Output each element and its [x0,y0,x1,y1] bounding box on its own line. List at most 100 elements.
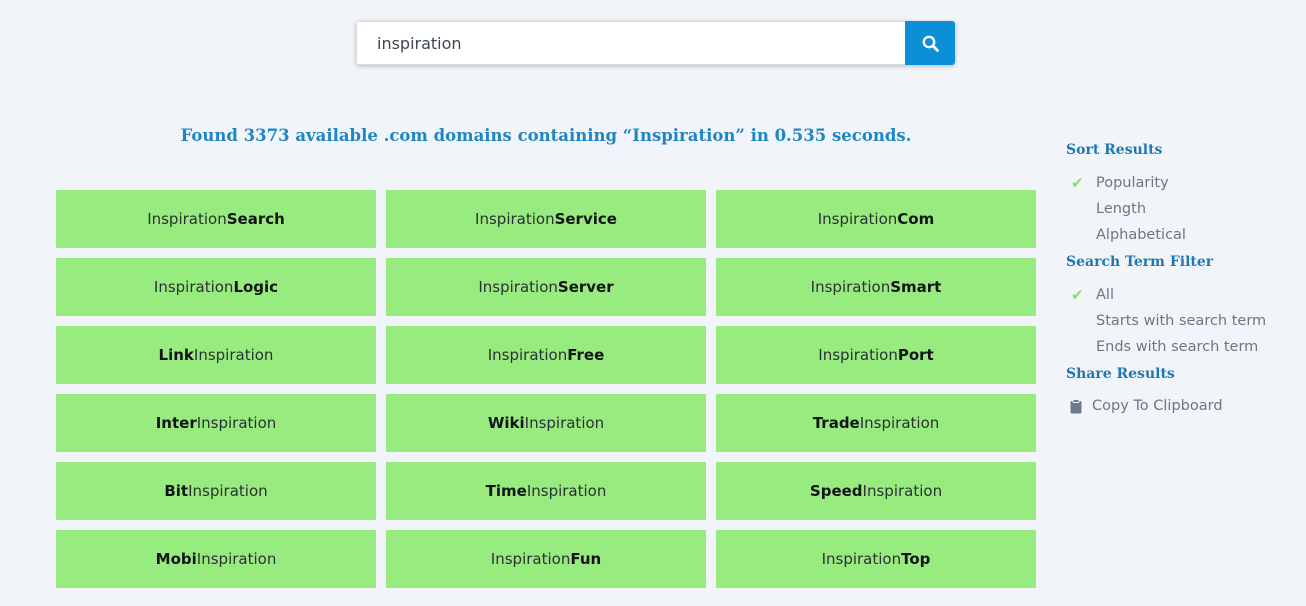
sort-option-label: Popularity [1096,175,1169,191]
domain-keyword: Time [485,482,527,500]
sort-option[interactable]: ✔ Popularity [1066,170,1296,196]
share-heading: Share Results [1066,366,1175,382]
filter-group: Search Term Filter ✔ All Starts with searc… [1066,254,1296,360]
search-input[interactable] [356,21,905,65]
domain-result[interactable]: InspirationSearch [56,190,376,248]
domain-part: Inspiration [188,482,268,500]
domain-result[interactable]: InspirationFree [386,326,706,384]
domain-part: Inspiration [193,346,274,364]
filter-option[interactable]: ✔ All [1066,282,1296,308]
domain-part: Inspiration [818,346,898,364]
domain-part: Inspiration [526,482,607,500]
filter-option-label: Ends with search term [1096,339,1259,355]
search-bar [356,21,955,65]
domain-result[interactable]: InspirationPort [716,326,1036,384]
sidebar: Sort Results ✔ Popularity Length Alphabetic… [1066,142,1296,420]
domain-result[interactable]: LinkInspiration [56,326,376,384]
domain-result[interactable]: InspirationLogic [56,258,376,316]
domain-result[interactable]: InspirationServer [386,258,706,316]
domain-part: Inspiration [147,210,227,228]
results-grid: InspirationSearch InspirationService Inspi… [56,190,1036,588]
domain-part: Inspiration [475,210,555,228]
domain-result[interactable]: InspirationSmart [716,258,1036,316]
results-summary: Found 3373 available .com domains contai… [180,126,912,145]
sort-heading: Sort Results [1066,142,1163,158]
domain-result[interactable]: TimeInspiration [386,462,706,520]
domain-name: InspirationServer [478,278,613,296]
filter-option-label: Starts with search term [1096,313,1267,329]
domain-name: InspirationFun [491,550,601,568]
domain-name: InspirationCom [818,210,934,228]
sort-option[interactable]: Length [1066,196,1296,222]
domain-name: InspirationService [475,210,617,228]
domain-keyword: Server [557,278,614,296]
copy-to-clipboard-button[interactable]: Copy To Clipboard [1066,398,1296,414]
domain-name: SpeedInspiration [810,482,942,500]
domain-name: BitInspiration [164,482,267,500]
filter-option[interactable]: Ends with search term [1066,334,1296,360]
domain-result[interactable]: InspirationTop [716,530,1036,588]
domain-keyword: Link [158,346,194,364]
domain-name: InterInspiration [156,414,277,432]
sort-option-label: Length [1096,201,1147,217]
domain-part: Inspiration [810,278,891,296]
domain-result[interactable]: SpeedInspiration [716,462,1036,520]
domain-keyword: Speed [809,482,863,500]
domain-name: InspirationSmart [811,278,942,296]
domain-keyword: Logic [233,278,279,296]
domain-part: Inspiration [862,482,943,500]
domain-keyword: Com [897,210,935,228]
copy-to-clipboard-label: Copy To Clipboard [1092,398,1223,414]
domain-result[interactable]: InspirationFun [386,530,706,588]
domain-name: InspirationLogic [154,278,278,296]
domain-part: Inspiration [490,550,571,568]
share-group: Share Results Copy To Clipboard [1066,366,1296,414]
domain-name: TradeInspiration [813,414,940,432]
domain-name: InspirationFree [488,346,605,364]
domain-name: WikiInspiration [488,414,604,432]
domain-keyword: Mobi [155,550,197,568]
domain-keyword: Service [554,210,617,228]
domain-name: InspirationTop [822,550,931,568]
domain-keyword: Free [567,346,605,364]
domain-keyword: Search [226,210,285,228]
domain-keyword: Bit [164,482,189,500]
search-button[interactable] [905,21,955,65]
domain-result[interactable]: BitInspiration [56,462,376,520]
domain-keyword: Inter [155,414,197,432]
domain-keyword: Smart [890,278,942,296]
domain-part: Inspiration [817,210,898,228]
domain-name: InspirationSearch [147,210,285,228]
domain-part: Inspiration [196,550,277,568]
domain-part: Inspiration [487,346,568,364]
domain-keyword: Trade [812,414,860,432]
domain-part: Inspiration [524,414,605,432]
domain-keyword: Fun [570,550,602,568]
domain-result[interactable]: WikiInspiration [386,394,706,452]
domain-result[interactable]: InterInspiration [56,394,376,452]
search-icon [922,35,939,52]
domain-keyword: Top [901,550,931,568]
filter-option[interactable]: Starts with search term [1066,308,1296,334]
check-icon: ✔ [1071,286,1084,304]
domain-result[interactable]: TradeInspiration [716,394,1036,452]
domain-result[interactable]: InspirationService [386,190,706,248]
domain-name: MobiInspiration [156,550,277,568]
domain-part: Inspiration [478,278,558,296]
check-icon: ✔ [1071,174,1084,192]
domain-part: Inspiration [153,278,234,296]
domain-name: TimeInspiration [486,482,607,500]
domain-keyword: Wiki [487,414,525,432]
clipboard-icon [1070,398,1082,413]
sort-group: Sort Results ✔ Popularity Length Alphabetic… [1066,142,1296,248]
filter-option-label: All [1096,287,1114,303]
domain-keyword: Port [897,346,934,364]
domain-part: Inspiration [859,414,940,432]
sort-option-label: Alphabetical [1096,227,1186,243]
domain-result[interactable]: MobiInspiration [56,530,376,588]
sort-option[interactable]: Alphabetical [1066,222,1296,248]
domain-result[interactable]: InspirationCom [716,190,1036,248]
domain-part: Inspiration [196,414,277,432]
domain-part: Inspiration [821,550,902,568]
filter-heading: Search Term Filter [1066,254,1214,270]
